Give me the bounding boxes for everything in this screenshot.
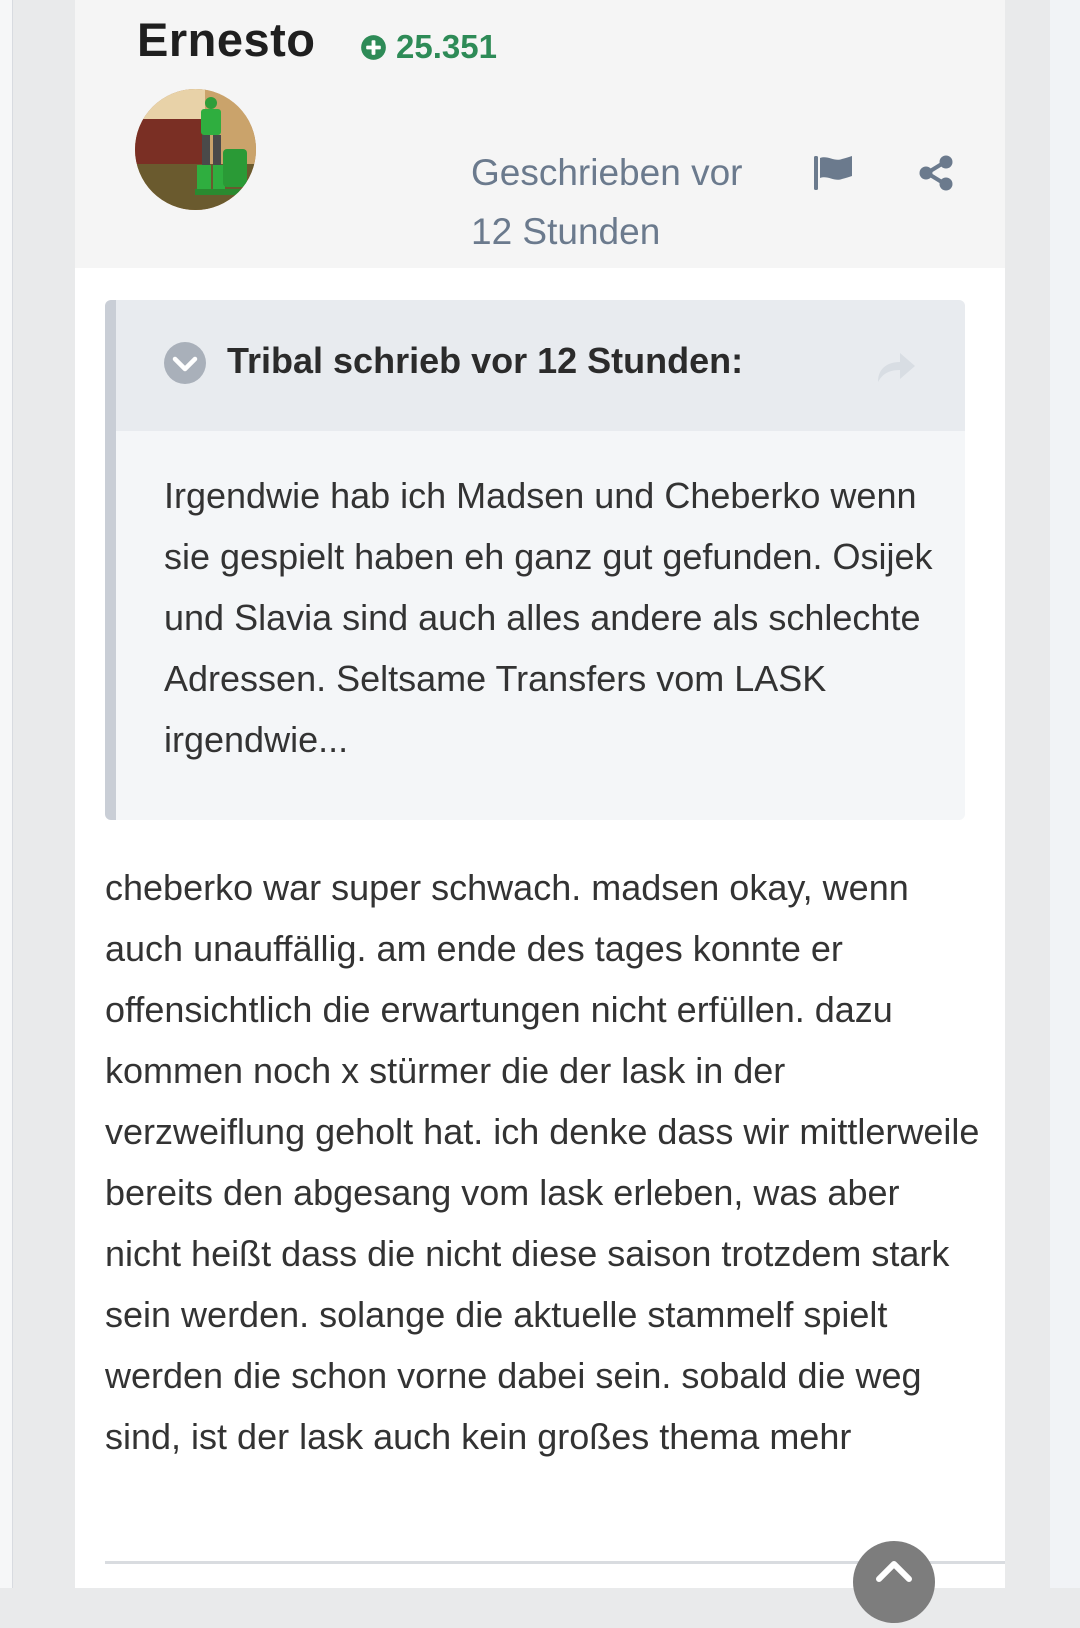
quote-block: Tribal schrieb vor 12 Stunden: Irgendwie…: [105, 300, 965, 820]
post-header: Ernesto 25.351 Geschrieben vor 12 Stunde…: [75, 0, 1005, 268]
post-content: cheberko war super schwach. madsen okay,…: [105, 867, 980, 1457]
share-button[interactable]: [917, 154, 955, 192]
reputation-count: 25.351: [396, 28, 497, 65]
chevron-up-icon: [876, 1561, 912, 1582]
quote-header: Tribal schrieb vor 12 Stunden:: [116, 300, 965, 431]
avatar[interactable]: [135, 89, 256, 210]
flag-icon: [814, 156, 852, 190]
post-timestamp: Geschrieben vor 12 Stunden: [471, 143, 781, 261]
scroll-to-top-button[interactable]: [853, 1541, 935, 1623]
forum-post: Ernesto 25.351 Geschrieben vor 12 Stunde…: [75, 0, 1005, 1588]
chevron-down-icon[interactable]: [164, 342, 206, 384]
report-button[interactable]: [812, 155, 854, 191]
reputation-badge[interactable]: 25.351: [360, 28, 497, 66]
arrow-forward-icon[interactable]: [874, 348, 918, 386]
author-name[interactable]: Ernesto: [137, 12, 316, 67]
share-icon: [919, 155, 953, 191]
timestamp-line-2: 12 Stunden: [471, 211, 661, 252]
avatar-image: [135, 89, 256, 210]
quote-text: Irgendwie hab ich Madsen und Cheberko we…: [164, 475, 933, 760]
right-edge: [1050, 0, 1080, 1588]
quote-citation: Tribal schrieb vor 12 Stunden:: [227, 340, 744, 381]
left-edge: [0, 0, 13, 1588]
timestamp-line-1: Geschrieben vor: [471, 152, 743, 193]
plus-circle-icon: [361, 34, 386, 60]
